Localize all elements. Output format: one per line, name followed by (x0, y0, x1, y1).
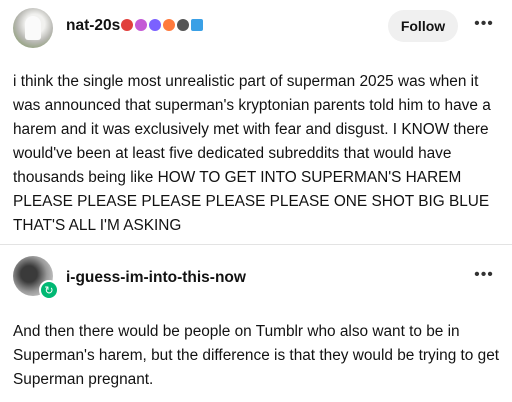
badge-icon[interactable] (191, 19, 203, 31)
badge-icon[interactable] (163, 19, 175, 31)
follow-button[interactable]: Follow (388, 10, 458, 42)
more-options-icon[interactable]: ••• (473, 266, 495, 284)
post-username[interactable]: nat-20s (66, 17, 120, 35)
badge-icon[interactable] (177, 19, 189, 31)
badge-icon[interactable] (121, 19, 133, 31)
badge-icon[interactable] (149, 19, 161, 31)
reblog-username[interactable]: i-guess-im-into-this-now (66, 269, 246, 287)
badge-icon[interactable] (135, 19, 147, 31)
reblog-icon: ↻ (39, 280, 59, 300)
post-body-text: i think the single most unrealistic part… (13, 73, 491, 234)
reblog-body-text: And then there would be people on Tumblr… (13, 323, 500, 388)
user-badges[interactable] (121, 18, 203, 32)
avatar[interactable] (13, 8, 53, 48)
ghost-icon (25, 16, 41, 40)
original-post: nat-20s Follow ••• i think the single mo… (0, 0, 512, 245)
more-options-icon[interactable]: ••• (473, 15, 495, 33)
